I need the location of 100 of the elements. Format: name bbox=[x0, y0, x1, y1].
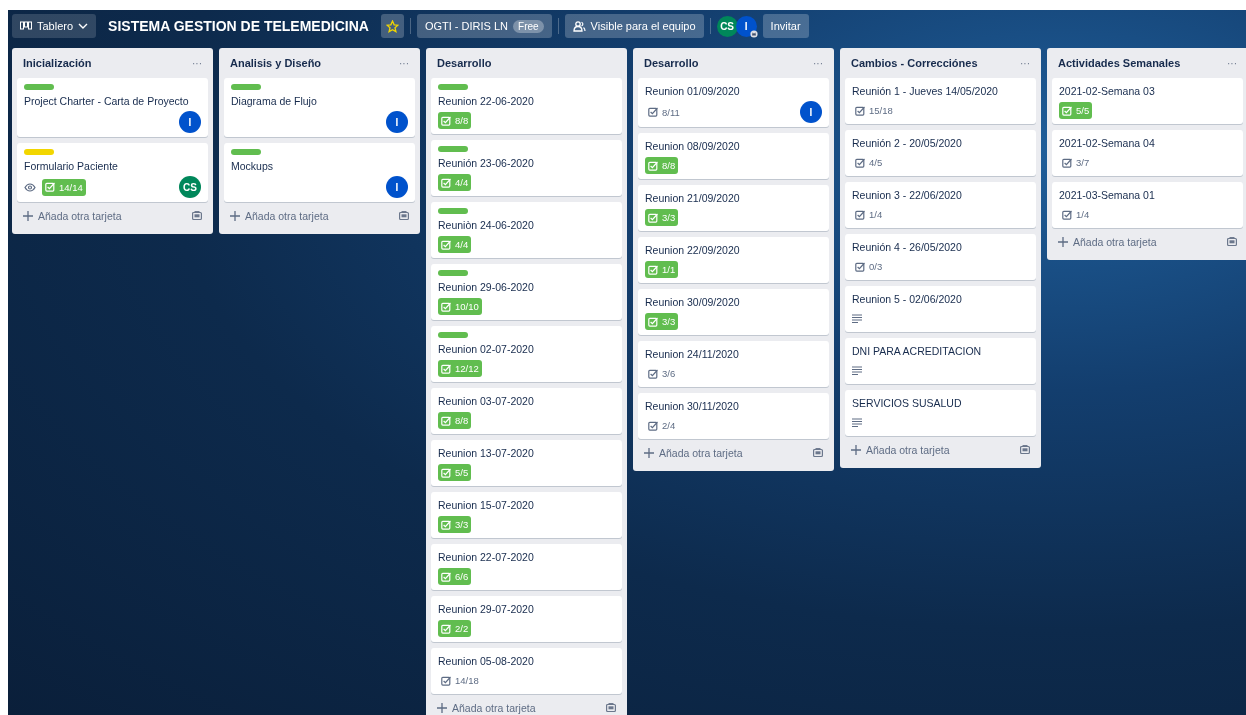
template-icon[interactable] bbox=[1227, 237, 1237, 247]
card[interactable]: Reunion 29-06-2020 10/10 bbox=[431, 264, 622, 320]
add-card-button[interactable]: Añada otra tarjeta bbox=[644, 447, 743, 459]
card[interactable]: Reuniòn 24-06-2020 4/4 bbox=[431, 202, 622, 258]
card[interactable]: Reunion 22-07-2020 6/6 bbox=[431, 544, 622, 590]
card[interactable]: DNI PARA ACREDITACION bbox=[845, 338, 1036, 384]
board-title: SISTEMA GESTION DE TELEMEDICINA bbox=[107, 18, 370, 34]
card-title: Reunion 24/11/2020 bbox=[645, 347, 739, 362]
card[interactable]: Reunion 02-07-2020 12/12 bbox=[431, 326, 622, 382]
card[interactable]: Reunion 15-07-2020 3/3 bbox=[431, 492, 622, 538]
list-menu-button[interactable]: ··· bbox=[813, 57, 823, 69]
checklist-badge: 3/3 bbox=[645, 313, 679, 330]
plus-icon bbox=[851, 445, 861, 455]
list-menu-button[interactable]: ··· bbox=[399, 57, 409, 69]
checklist-badge: 14/14 bbox=[42, 178, 86, 196]
card[interactable]: Reunion 30/11/2020 2/4 bbox=[638, 393, 829, 439]
checklist-badge: 4/5 bbox=[852, 154, 886, 171]
card-title: Reunion 01/09/2020 bbox=[645, 84, 740, 99]
template-icon[interactable] bbox=[1020, 445, 1030, 455]
card[interactable]: Reunión 2 - 20/05/2020 4/5 bbox=[845, 130, 1036, 176]
card-title: Reunion 08/09/2020 bbox=[645, 139, 740, 154]
member-avatar[interactable]: I bbox=[735, 15, 757, 37]
card-title: Reunión 23-06-2020 bbox=[438, 156, 534, 171]
card[interactable]: Reunión 23-06-2020 4/4 bbox=[431, 140, 622, 196]
list-menu-button[interactable]: ··· bbox=[1020, 57, 1030, 69]
checklist-badge: 4/4 bbox=[438, 174, 472, 191]
member-avatar[interactable]: CS bbox=[179, 176, 201, 198]
card[interactable]: 2021-02-Semana 03 5/5 bbox=[1052, 78, 1243, 124]
card[interactable]: Reunion 29-07-2020 2/2 bbox=[431, 596, 622, 642]
card-title: Reunion 3 - 22/06/2020 bbox=[852, 188, 962, 203]
invite-button[interactable]: Invitar bbox=[762, 14, 809, 38]
card[interactable]: Reunion 22-06-2020 8/8 bbox=[431, 78, 622, 134]
card-title: Reuniòn 24-06-2020 bbox=[438, 218, 534, 233]
list-menu-button[interactable]: ··· bbox=[192, 57, 202, 69]
card[interactable]: 2021-03-Semana 01 1/4 bbox=[1052, 182, 1243, 228]
card[interactable]: Reunion 24/11/2020 3/6 bbox=[638, 341, 829, 387]
workspace-button[interactable]: OGTI - DIRIS LN Free bbox=[416, 14, 552, 38]
checklist-badge: 5/5 bbox=[438, 464, 472, 481]
template-icon[interactable] bbox=[813, 448, 823, 458]
star-button[interactable] bbox=[380, 14, 404, 38]
member-avatar[interactable]: CS bbox=[716, 15, 738, 37]
add-card-button[interactable]: Añada otra tarjeta bbox=[437, 702, 536, 714]
board-switcher-button[interactable]: Tablero bbox=[12, 14, 97, 38]
card[interactable]: Reunion 03-07-2020 8/8 bbox=[431, 388, 622, 434]
card-title: Reunion 22/09/2020 bbox=[645, 243, 740, 258]
card[interactable]: Reunion 08/09/2020 8/8 bbox=[638, 133, 829, 179]
card[interactable]: Mockups I bbox=[224, 143, 415, 202]
card[interactable]: Reunión 4 - 26/05/2020 0/3 bbox=[845, 234, 1036, 280]
member-avatar[interactable]: I bbox=[179, 111, 201, 133]
list-title: Inicialización bbox=[23, 57, 92, 69]
checklist-badge: 2/4 bbox=[645, 417, 679, 434]
checklist-badge: 3/6 bbox=[645, 365, 679, 382]
checklist-badge: 8/8 bbox=[438, 112, 472, 129]
template-icon[interactable] bbox=[399, 211, 409, 221]
card[interactable]: Reunion 30/09/2020 3/3 bbox=[638, 289, 829, 335]
add-card-button[interactable]: Añada otra tarjeta bbox=[851, 444, 950, 456]
add-card-button[interactable]: Añada otra tarjeta bbox=[230, 210, 329, 222]
card-title: Reunion 05-08-2020 bbox=[438, 654, 534, 669]
card[interactable]: Reunion 3 - 22/06/2020 1/4 bbox=[845, 182, 1036, 228]
plan-badge: Free bbox=[513, 19, 544, 33]
add-card-button[interactable]: Añada otra tarjeta bbox=[1058, 236, 1157, 248]
card[interactable]: Diagrama de Flujo I bbox=[224, 78, 415, 137]
card[interactable]: Reunion 22/09/2020 1/1 bbox=[638, 237, 829, 283]
card[interactable]: Reunion 13-07-2020 5/5 bbox=[431, 440, 622, 486]
plus-icon bbox=[437, 703, 447, 713]
template-icon[interactable] bbox=[606, 703, 616, 713]
card[interactable]: Reunion 21/09/2020 3/3 bbox=[638, 185, 829, 231]
card[interactable]: Reunion 5 - 02/06/2020 bbox=[845, 286, 1036, 332]
list-menu-button[interactable]: ··· bbox=[1227, 57, 1237, 69]
card[interactable]: Reunion 05-08-2020 14/18 bbox=[431, 648, 622, 694]
card[interactable]: Project Charter - Carta de Proyecto I bbox=[17, 78, 208, 137]
member-avatar[interactable]: I bbox=[386, 176, 408, 198]
star-icon bbox=[385, 19, 399, 33]
card-title: Reunion 29-07-2020 bbox=[438, 602, 534, 617]
card[interactable]: Reunión 1 - Jueves 14/05/2020 15/18 bbox=[845, 78, 1036, 124]
people-icon bbox=[572, 20, 586, 32]
card[interactable]: Formulario Paciente 14/14 CS bbox=[17, 143, 208, 202]
card-title: 2021-02-Semana 03 bbox=[1059, 84, 1155, 99]
add-card-button[interactable]: Añada otra tarjeta bbox=[23, 210, 122, 222]
member-avatar[interactable]: I bbox=[386, 111, 408, 133]
checklist-badge: 2/2 bbox=[438, 620, 472, 637]
card-title: Reunion 13-07-2020 bbox=[438, 446, 534, 461]
template-icon[interactable] bbox=[192, 211, 202, 221]
card[interactable]: 2021-02-Semana 04 3/7 bbox=[1052, 130, 1243, 176]
member-avatar[interactable]: I bbox=[800, 101, 822, 123]
card-title: 2021-03-Semana 01 bbox=[1059, 188, 1155, 203]
checklist-badge: 1/1 bbox=[645, 261, 679, 278]
checklist-badge: 3/3 bbox=[645, 209, 679, 226]
card-title: Reunion 30/09/2020 bbox=[645, 295, 740, 310]
card-title: Reunion 22-07-2020 bbox=[438, 550, 534, 565]
card-title: Reunion 22-06-2020 bbox=[438, 94, 534, 109]
list-title: Desarrollo bbox=[644, 57, 699, 69]
card-title: Diagrama de Flujo bbox=[231, 94, 317, 109]
visibility-button[interactable]: Visible para el equipo bbox=[564, 14, 704, 38]
checklist-badge: 1/4 bbox=[1059, 206, 1093, 223]
checklist-badge: 14/18 bbox=[438, 672, 482, 689]
card-title: Reunion 30/11/2020 bbox=[645, 399, 739, 414]
checklist-badge: 1/4 bbox=[852, 206, 886, 223]
card[interactable]: Reunion 01/09/2020 8/11 I bbox=[638, 78, 829, 127]
card[interactable]: SERVICIOS SUSALUD bbox=[845, 390, 1036, 436]
